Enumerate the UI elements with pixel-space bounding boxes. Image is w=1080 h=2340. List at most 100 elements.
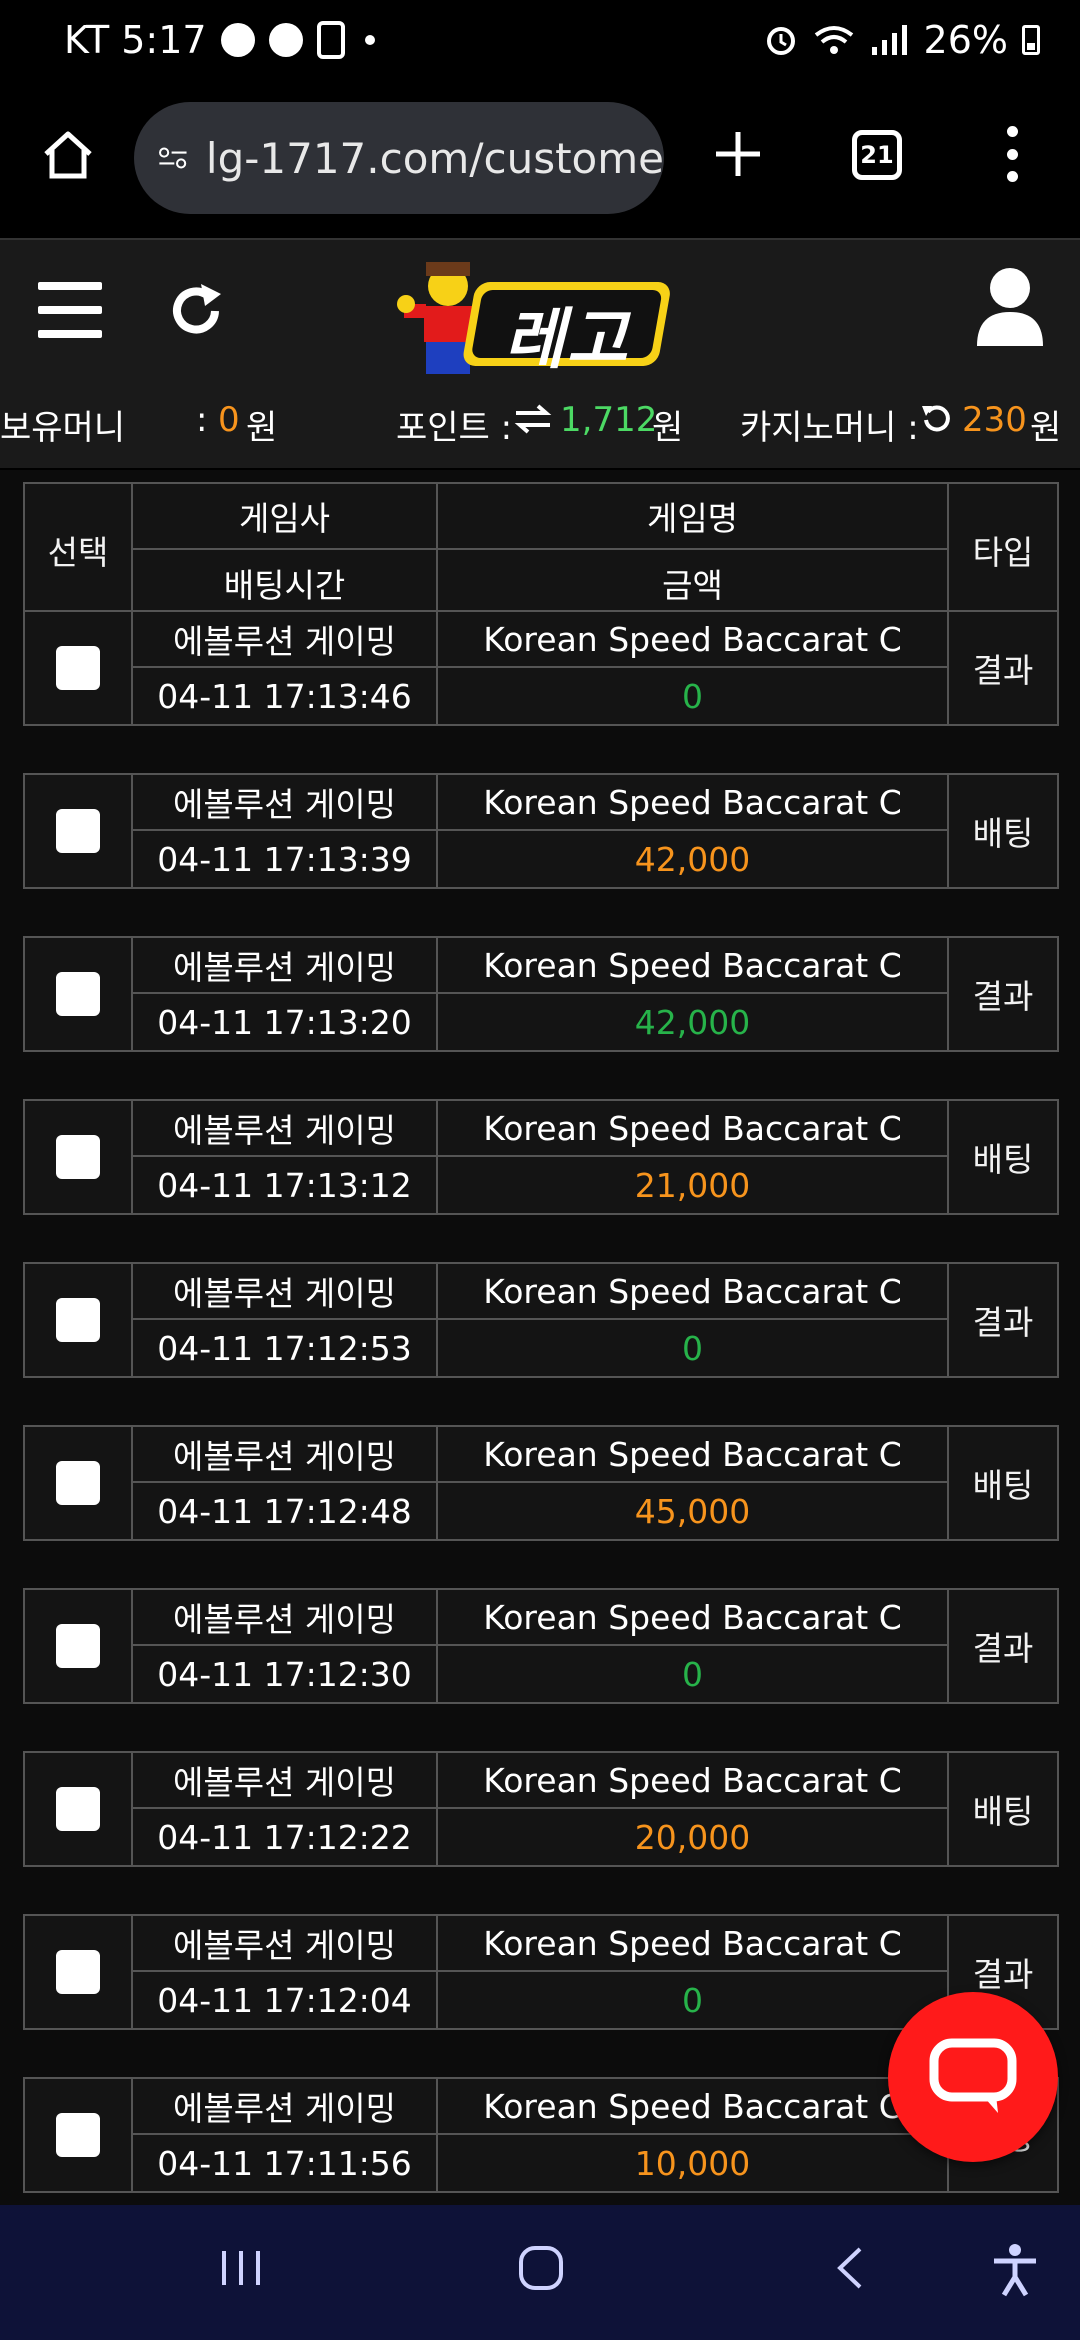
logo-text: 레고 <box>504 301 630 378</box>
signal-icon <box>871 25 907 55</box>
bet-time-cell: 04-11 17:12:53 <box>157 1328 412 1368</box>
balance-row: 보유머니 : 0 원 포인트 : 1,712 원 카지노머니 : 230 원 <box>0 390 1080 450</box>
casino-value: 230 <box>962 400 1027 440</box>
provider-cell: 에볼루션 게이밍 <box>133 2079 436 2135</box>
row-checkbox[interactable] <box>56 1787 100 1831</box>
game-name-cell: Korean Speed Baccarat C <box>438 1427 947 1483</box>
row-select-cell <box>25 1427 133 1539</box>
game-name-cell: Korean Speed Baccarat C <box>438 1264 947 1320</box>
amount-cell: 0 <box>682 1980 703 2020</box>
casino-unit: 원 <box>1030 408 1062 448</box>
bet-time-cell: 04-11 17:12:48 <box>157 1491 412 1531</box>
money-unit: 원 <box>246 408 278 448</box>
amount-cell: 20,000 <box>634 1817 751 1857</box>
battery-percent: 26% <box>923 18 1008 62</box>
amount-cell: 42,000 <box>634 1002 751 1042</box>
type-cell: 결과 <box>972 1303 1034 1342</box>
table-row: 에볼루션 게이밍 04-11 17:13:12 Korean Speed Bac… <box>23 1099 1059 1215</box>
row-select-cell <box>25 775 133 887</box>
select-header: 선택 <box>25 484 133 616</box>
row-checkbox[interactable] <box>56 2113 100 2157</box>
amount-cell: 0 <box>682 676 703 716</box>
game-name-cell: Korean Speed Baccarat C <box>438 2079 947 2135</box>
provider-cell: 에볼루션 게이밍 <box>133 775 436 831</box>
game-name-cell: Korean Speed Baccarat C <box>438 1590 947 1646</box>
point-value: 1,712 <box>560 400 658 440</box>
tab-count: 21 <box>860 141 894 169</box>
provider-cell: 에볼루션 게이밍 <box>133 1264 436 1320</box>
notification-icon <box>268 23 303 57</box>
row-checkbox[interactable] <box>56 972 100 1016</box>
home-nav-icon[interactable] <box>516 2243 566 2293</box>
site-logo[interactable]: 레고 <box>396 260 686 380</box>
provider-cell: 에볼루션 게이밍 <box>133 1916 436 1972</box>
user-account-icon[interactable] <box>975 266 1045 348</box>
site-header: 레고 보유머니 : 0 원 포인트 : 1,712 원 카지노머니 : 230 … <box>0 238 1080 468</box>
money-separator: : <box>196 400 208 440</box>
provider-header: 게임사 <box>133 484 436 550</box>
bet-time-cell: 04-11 17:13:46 <box>157 676 412 716</box>
recent-apps-icon[interactable] <box>216 2243 266 2293</box>
row-select-cell <box>25 1753 133 1865</box>
live-chat-button[interactable] <box>888 1992 1058 2162</box>
row-select-cell <box>25 1264 133 1376</box>
bet-time-cell: 04-11 17:13:20 <box>157 1002 412 1042</box>
row-select-cell <box>25 938 133 1050</box>
provider-cell: 에볼루션 게이밍 <box>133 1427 436 1483</box>
casino-refresh-icon[interactable] <box>920 402 952 434</box>
table-row: 에볼루션 게이밍 04-11 17:12:04 Korean Speed Bac… <box>23 1914 1059 2030</box>
type-cell: 결과 <box>972 977 1034 1016</box>
row-select-cell <box>25 1101 133 1213</box>
bet-time-header: 배팅시간 <box>223 566 346 605</box>
tab-switcher-button[interactable]: 21 <box>852 130 902 180</box>
accessibility-icon[interactable] <box>990 2243 1040 2297</box>
url-text: lg-1717.com/custome <box>205 133 664 183</box>
amount-cell: 0 <box>682 1654 703 1694</box>
row-checkbox[interactable] <box>56 646 100 690</box>
device-icon <box>316 21 345 59</box>
browser-menu-icon[interactable] <box>998 126 1026 182</box>
row-checkbox[interactable] <box>56 1624 100 1668</box>
provider-cell: 에볼루션 게이밍 <box>133 1590 436 1646</box>
amount-cell: 10,000 <box>634 2143 751 2183</box>
type-header: 타입 <box>972 533 1034 572</box>
exchange-icon[interactable] <box>514 404 552 434</box>
row-checkbox[interactable] <box>56 1135 100 1179</box>
refresh-icon[interactable] <box>165 280 227 342</box>
site-settings-icon[interactable] <box>158 140 188 176</box>
table-row: 에볼루션 게이밍 04-11 17:13:46 Korean Speed Bac… <box>23 610 1059 726</box>
type-cell: 배팅 <box>972 814 1034 853</box>
more-notifications-icon <box>364 35 375 45</box>
amount-cell: 42,000 <box>634 839 751 879</box>
table-row: 에볼루션 게이밍 04-11 17:13:39 Korean Speed Bac… <box>23 773 1059 889</box>
row-checkbox[interactable] <box>56 1950 100 1994</box>
address-bar[interactable]: lg-1717.com/custome <box>134 102 664 214</box>
table-row: 에볼루션 게이밍 04-11 17:12:48 Korean Speed Bac… <box>23 1425 1059 1541</box>
type-cell: 결과 <box>972 1629 1034 1668</box>
row-select-cell <box>25 2079 133 2191</box>
row-select-cell <box>25 612 133 724</box>
amount-header: 금액 <box>662 566 723 605</box>
status-right: 26% <box>764 18 1040 62</box>
home-icon[interactable] <box>40 126 96 182</box>
system-navigation-bar <box>0 2205 1080 2340</box>
bet-time-cell: 04-11 17:11:56 <box>157 2143 412 2183</box>
new-tab-icon[interactable] <box>710 126 766 182</box>
amount-cell: 0 <box>682 1328 703 1368</box>
row-checkbox[interactable] <box>56 1298 100 1342</box>
bet-time-cell: 04-11 17:12:22 <box>157 1817 412 1857</box>
game-name-cell: Korean Speed Baccarat C <box>438 938 947 994</box>
amount-cell: 21,000 <box>634 1165 751 1205</box>
hamburger-menu-icon[interactable] <box>38 282 102 338</box>
bet-time-cell: 04-11 17:12:30 <box>157 1654 412 1694</box>
type-cell: 배팅 <box>972 1466 1034 1505</box>
table-row: 에볼루션 게이밍 04-11 17:12:53 Korean Speed Bac… <box>23 1262 1059 1378</box>
back-icon[interactable] <box>826 2243 876 2293</box>
row-checkbox[interactable] <box>56 809 100 853</box>
row-checkbox[interactable] <box>56 1461 100 1505</box>
table-row: 에볼루션 게이밍 04-11 17:12:30 Korean Speed Bac… <box>23 1588 1059 1704</box>
money-label: 보유머니 <box>0 408 126 448</box>
game-name-header: 게임명 <box>438 484 947 550</box>
type-cell: 배팅 <box>972 1140 1034 1179</box>
row-select-cell <box>25 1590 133 1702</box>
